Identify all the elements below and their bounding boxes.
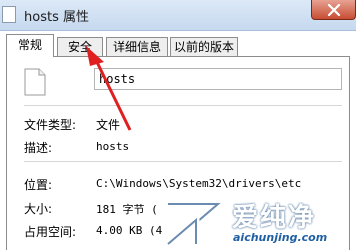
- description-label: 描述:: [24, 141, 53, 155]
- close-button[interactable]: [311, 0, 356, 20]
- size-on-disk-value: 4.00 KB (4: [96, 224, 163, 237]
- location-label: 位置:: [24, 178, 53, 192]
- file-icon: [2, 6, 16, 23]
- window-title: hosts 属性: [24, 10, 89, 25]
- divider: [24, 161, 342, 162]
- document-icon: [24, 68, 46, 96]
- size-on-disk-label: 占用空间:: [24, 225, 77, 239]
- size-label: 大小:: [24, 202, 53, 216]
- size-value: 181 字节 (: [96, 203, 158, 216]
- watermark-brand: 爱纯净: [232, 203, 317, 233]
- watermark-url: aichunjing.com: [233, 231, 328, 244]
- title-bar: hosts 属性: [0, 0, 356, 31]
- file-type-value: 文件: [96, 118, 121, 132]
- tab-details[interactable]: 详细信息: [106, 37, 168, 56]
- tab-strip: 常规 安全 详细信息 以前的版本: [0, 34, 356, 57]
- location-value: C:\Windows\System32\drivers\etc: [96, 177, 302, 190]
- file-type-label: 文件类型:: [24, 118, 77, 132]
- tab-general[interactable]: 常规: [6, 34, 54, 57]
- tab-security[interactable]: 安全: [57, 37, 103, 56]
- watermark-logo: [165, 200, 222, 247]
- description-value: hosts: [96, 140, 130, 153]
- file-name-field[interactable]: hosts: [94, 68, 342, 90]
- divider: [24, 105, 342, 106]
- close-icon: [327, 4, 341, 16]
- tab-previous-versions[interactable]: 以前的版本: [170, 37, 238, 56]
